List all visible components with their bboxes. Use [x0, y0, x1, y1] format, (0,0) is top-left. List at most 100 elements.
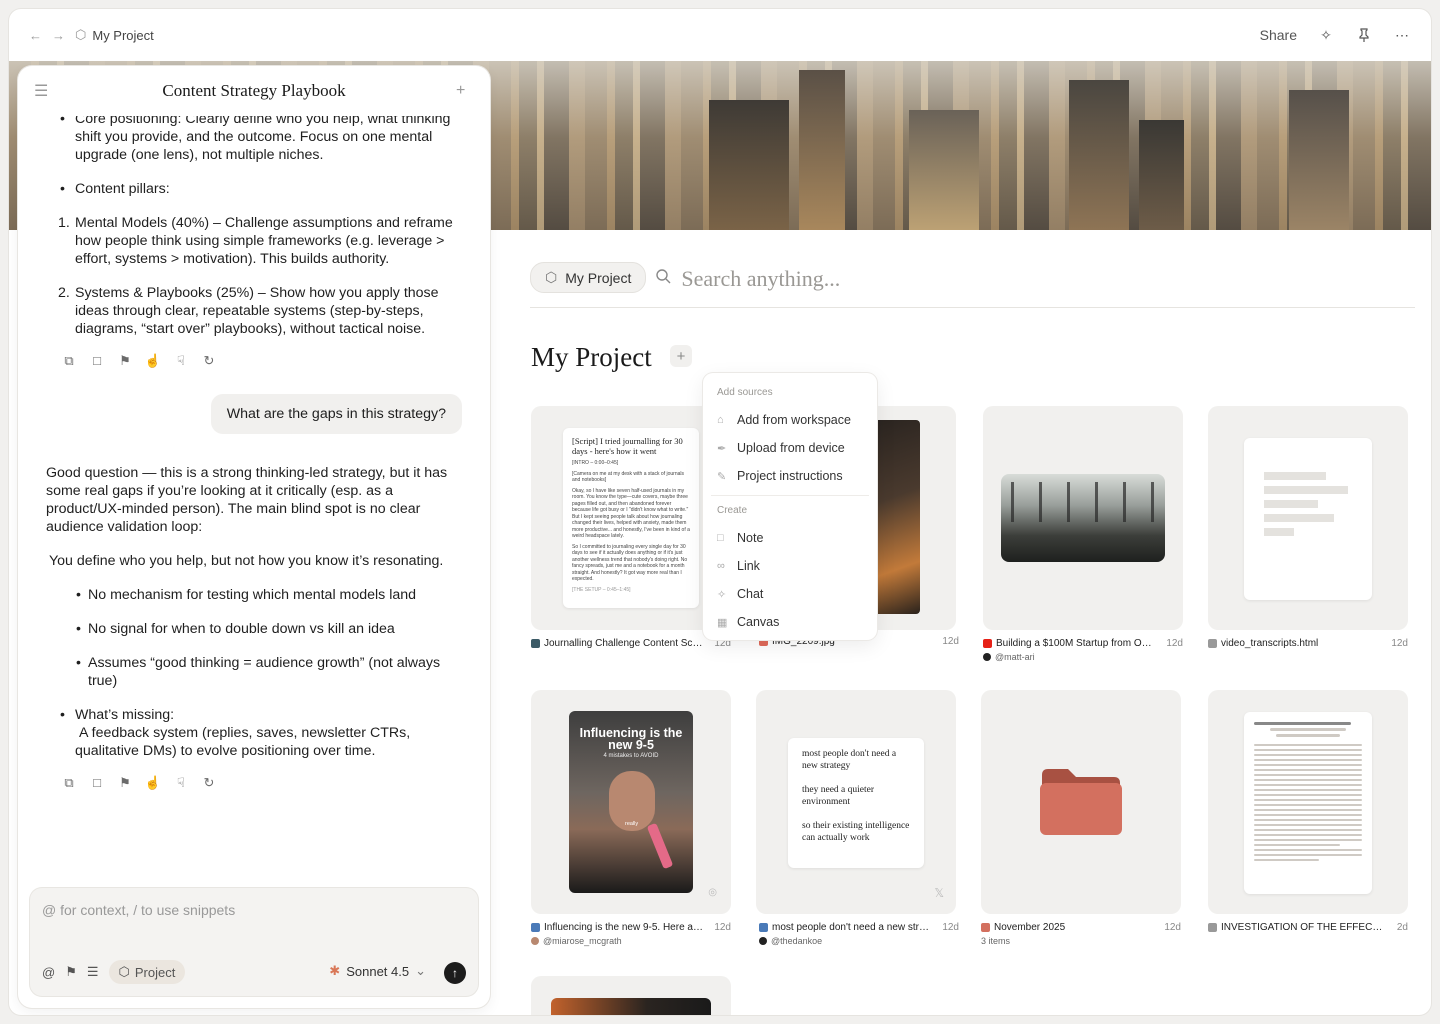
top-bar: ← → ⬡ My Project Share ✧ ⋯: [9, 9, 1431, 61]
script-line: Okay, so I have like seven half-used jou…: [572, 487, 690, 540]
list-icon[interactable]: ☰: [34, 81, 52, 101]
menu-item-add-workspace[interactable]: ⌂ Add from workspace: [703, 406, 877, 434]
video-thumbnail: [1001, 474, 1165, 562]
source-card[interactable]: [1208, 690, 1408, 914]
more-icon[interactable]: ⋯: [1393, 26, 1411, 44]
assistant-message: Good question — this is a strong thinkin…: [46, 464, 462, 760]
back-arrow-icon[interactable]: ←: [29, 28, 42, 43]
source-card[interactable]: [Script] I tried journalling for 30 days…: [531, 406, 731, 630]
text-line: [1254, 854, 1362, 856]
message-text: No mechanism for testing which mental mo…: [88, 587, 417, 603]
youtube-icon: [983, 639, 992, 648]
menu-item-label: Chat: [737, 587, 764, 601]
pdf-preview: [1244, 712, 1372, 894]
text-line: [1254, 799, 1362, 801]
folder-card[interactable]: [981, 690, 1181, 914]
chat-panel: ☰ Content Strategy Playbook + • Core posi…: [18, 66, 490, 1008]
text-line: [1254, 749, 1362, 751]
thumbs-up-icon[interactable]: ☝: [145, 353, 161, 368]
card-caption: most people don't need a new strate… 12d: [759, 922, 959, 933]
card-time: 12d: [942, 636, 959, 647]
cover-building: [709, 100, 789, 230]
x-icon: 𝕏: [934, 886, 944, 900]
reel-caption: really: [625, 821, 639, 827]
bookmark-icon[interactable]: ⚑: [118, 353, 132, 368]
sparkle-icon[interactable]: ✧: [1317, 26, 1335, 44]
thumbnail: [551, 998, 711, 1015]
retry-icon[interactable]: ↻: [202, 353, 216, 368]
note-icon: □: [717, 532, 724, 544]
text-line: [1254, 814, 1362, 816]
menu-item-upload[interactable]: ✒ Upload from device: [703, 434, 877, 462]
new-chat-icon[interactable]: +: [456, 82, 474, 100]
list-item: • Core positioning: Clearly define who yo…: [54, 116, 462, 164]
add-source-button[interactable]: +: [670, 345, 692, 367]
avatar: [531, 937, 539, 945]
forward-arrow-icon[interactable]: →: [52, 28, 65, 43]
text-line: [1270, 728, 1346, 731]
model-selector[interactable]: ✱ Sonnet 4.5 ⌄: [329, 963, 426, 979]
card-time: 12d: [942, 922, 959, 933]
source-card[interactable]: most people don't need a new strategy th…: [756, 690, 956, 914]
thumbs-down-icon[interactable]: ☟: [174, 775, 188, 790]
search-bar: ⬡ My Project Search anything...: [530, 262, 1415, 308]
card-author: @miarose_mcgrath: [531, 936, 622, 946]
mention-icon[interactable]: @: [42, 965, 55, 980]
message-text: Content pillars:: [75, 181, 170, 197]
retry-icon[interactable]: ↻: [202, 775, 216, 790]
source-card[interactable]: Influencing is the new 9-5 4 mistakes to…: [531, 690, 731, 914]
tweet-paragraph: they need a quieter environment: [802, 785, 875, 807]
note-icon[interactable]: □: [90, 353, 104, 368]
script-line: So I committed to journaling every singl…: [572, 543, 688, 583]
photo-preview: [872, 420, 920, 614]
project-context-chip[interactable]: ⬡ Project: [108, 960, 186, 984]
tweet-file-icon: [759, 923, 768, 932]
menu-item-instructions[interactable]: ✎ Project instructions: [703, 462, 877, 490]
thumbs-up-icon[interactable]: ☝: [145, 775, 161, 790]
project-filter-chip[interactable]: ⬡ My Project: [530, 262, 647, 293]
menu-item-chat[interactable]: ✧ Chat: [703, 580, 877, 608]
thumbs-down-icon[interactable]: ☟: [174, 353, 188, 368]
list-item: • Assumes “good thinking = audience growt…: [76, 655, 441, 689]
bookmark-icon[interactable]: ⚑: [65, 964, 77, 980]
source-card[interactable]: [1208, 406, 1408, 630]
source-card[interactable]: [531, 976, 731, 1015]
menu-item-label: Upload from device: [737, 441, 845, 455]
code-line: [1264, 500, 1318, 508]
menu-item-canvas[interactable]: ▦ Canvas: [703, 608, 877, 636]
chat-composer[interactable]: @ for context, / to use snippets @ ⚑ ☰ ⬡…: [30, 888, 478, 996]
text-line: [1254, 722, 1352, 725]
card-author: @thedankoe: [759, 936, 822, 946]
list-item: • What’s missing: A feedback system (repli…: [60, 707, 411, 759]
source-card[interactable]: [983, 406, 1183, 630]
cover-building: [1139, 120, 1184, 230]
settings-sliders-icon[interactable]: ☰: [87, 964, 99, 980]
menu-section-sources: Add sources: [717, 387, 773, 398]
html-preview: [1244, 438, 1372, 600]
menu-item-link[interactable]: ∞ Link: [703, 552, 877, 580]
chat-input[interactable]: @ for context, / to use snippets: [42, 902, 235, 918]
tweet-paragraph: most people don't need a new strategy: [802, 749, 897, 771]
send-button[interactable]: ↑: [444, 962, 466, 984]
menu-item-note[interactable]: □ Note: [703, 524, 877, 552]
text-line: [1254, 824, 1362, 826]
text-line: [1254, 759, 1362, 761]
copy-icon[interactable]: ⧉: [62, 353, 76, 368]
note-icon[interactable]: □: [90, 775, 104, 790]
cube-icon: ⬡: [118, 964, 130, 979]
copy-icon[interactable]: ⧉: [62, 775, 76, 790]
text-line: [1254, 849, 1362, 851]
search-input[interactable]: Search anything...: [681, 266, 840, 292]
breadcrumb-project: My Project: [92, 27, 154, 43]
code-line: [1264, 514, 1334, 522]
message-actions: ⧉ □ ⚑ ☝ ☟ ↻: [62, 775, 462, 790]
pin-icon[interactable]: [1355, 26, 1373, 44]
pdf-file-icon: [1208, 923, 1217, 932]
message-text: What’s missing:: [75, 707, 175, 723]
code-line: [1264, 528, 1294, 536]
avatar: [759, 937, 767, 945]
breadcrumb[interactable]: ⬡ My Project: [75, 27, 154, 43]
text-line: [1254, 769, 1362, 771]
bookmark-icon[interactable]: ⚑: [118, 775, 132, 790]
share-button[interactable]: Share: [1260, 27, 1297, 43]
